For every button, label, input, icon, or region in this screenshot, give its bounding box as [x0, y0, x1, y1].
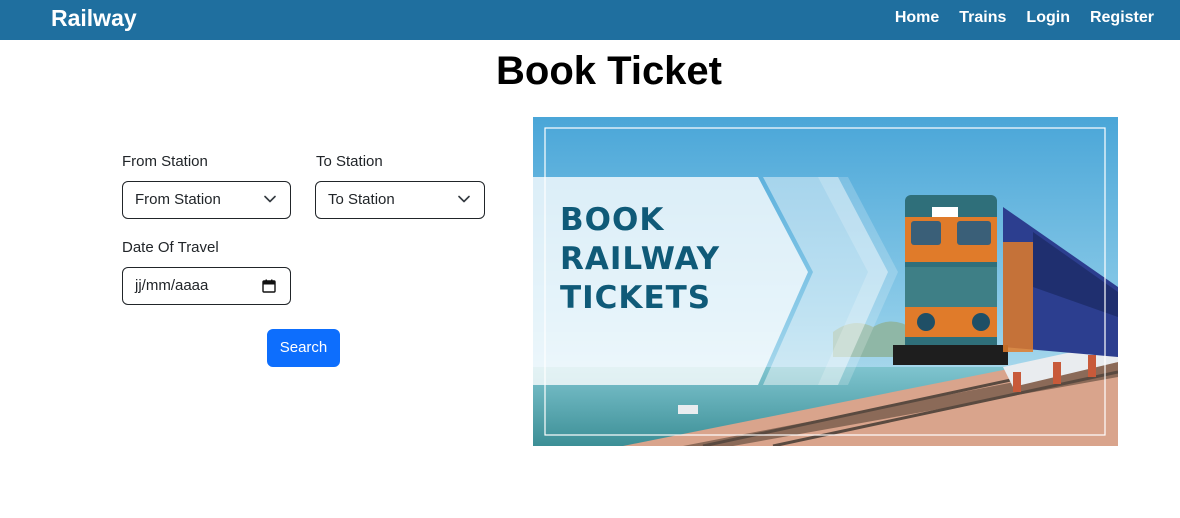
search-button[interactable]: Search: [267, 329, 340, 367]
banner-line-3: TICKETS: [560, 280, 712, 316]
nav-link-home[interactable]: Home: [895, 8, 939, 28]
to-station-select[interactable]: To Station: [315, 181, 485, 219]
nav-links: Home Trains Login Register: [875, 8, 1154, 28]
book-tickets-banner: BOOK RAILWAY TICKETS: [533, 117, 1118, 446]
nav-link-trains[interactable]: Trains: [959, 8, 1006, 28]
navbar: Railway Home Trains Login Register: [0, 0, 1180, 40]
page-title: Book Ticket: [496, 49, 722, 93]
nav-link-register[interactable]: Register: [1090, 8, 1154, 28]
brand-logo[interactable]: Railway: [51, 5, 137, 32]
banner-line-1: BOOK: [560, 202, 665, 238]
nav-link-login[interactable]: Login: [1026, 8, 1070, 28]
from-station-label: From Station: [122, 153, 208, 170]
date-placeholder: jj/mm/aaaa: [135, 277, 209, 294]
date-of-travel-label: Date Of Travel: [122, 239, 219, 256]
banner-line-2: RAILWAY: [560, 241, 721, 277]
to-station-value: To Station: [328, 191, 395, 208]
from-station-select[interactable]: From Station: [122, 181, 291, 219]
date-of-travel-input[interactable]: jj/mm/aaaa: [122, 267, 291, 305]
chevron-down-icon: [458, 195, 470, 203]
chevron-down-icon: [264, 195, 276, 203]
from-station-value: From Station: [135, 191, 221, 208]
calendar-icon[interactable]: [262, 279, 276, 293]
to-station-label: To Station: [316, 153, 383, 170]
banner-headline: BOOK RAILWAY TICKETS: [560, 201, 720, 318]
